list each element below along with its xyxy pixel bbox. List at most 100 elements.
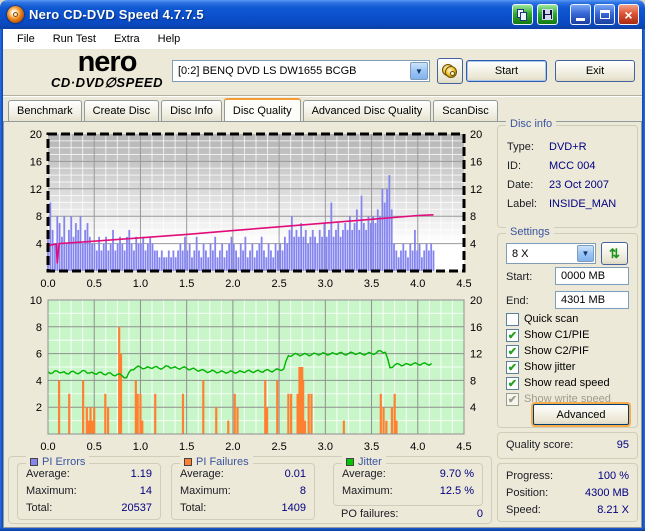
quality-score-panel: Quality score: 95: [497, 432, 638, 459]
progress-panel: Progress: 100 % Position: 4300 MB Speed: 8.…: [497, 463, 638, 522]
speed-value: 8.21 X: [597, 504, 629, 516]
pi-errors-legend-icon: [30, 458, 38, 466]
quality-score-label: Quality score:: [506, 439, 574, 451]
copy-icon: [517, 8, 528, 21]
save-results-button[interactable]: [537, 4, 558, 25]
pif-average: 0.01: [284, 468, 306, 480]
svg-text:2.0: 2.0: [225, 278, 240, 290]
menu-help[interactable]: Help: [149, 29, 190, 49]
checkbox-icon[interactable]: ✔: [506, 360, 519, 374]
checkbox-icon[interactable]: [506, 312, 519, 326]
svg-text:16: 16: [30, 156, 42, 168]
app-icon: [7, 6, 24, 23]
svg-text:12: 12: [30, 184, 42, 196]
quality-score-value: 95: [616, 439, 629, 451]
minimize-button[interactable]: [570, 4, 591, 25]
speed-selector[interactable]: 8 X ▼: [506, 243, 596, 264]
disc-id-label: ID:: [507, 160, 522, 172]
svg-text:0.5: 0.5: [87, 441, 102, 453]
title-bar: Nero CD-DVD Speed 4.7.7.5 ×: [0, 0, 645, 29]
tab-strip: Benchmark Create Disc Disc Info Disc Qua…: [8, 98, 500, 121]
svg-text:4: 4: [36, 375, 42, 387]
svg-text:2.0: 2.0: [225, 441, 240, 453]
menu-file[interactable]: File: [8, 29, 44, 49]
svg-text:0.0: 0.0: [40, 441, 55, 453]
tab-disc-info[interactable]: Disc Info: [161, 100, 222, 121]
pi-errors-group: PI Errors Average: 1.19 Maximum: 14 Total:…: [17, 456, 161, 520]
svg-text:2.5: 2.5: [271, 278, 286, 290]
svg-text:4: 4: [36, 239, 42, 251]
tab-create-disc[interactable]: Create Disc: [83, 100, 160, 121]
jitter-title: Jitter: [358, 456, 382, 468]
start-button[interactable]: Start: [466, 60, 547, 82]
svg-text:16: 16: [470, 156, 482, 168]
checkbox-icon: ✔: [506, 392, 519, 406]
svg-text:10: 10: [30, 295, 42, 307]
pie-average: 1.19: [130, 468, 152, 480]
jitter-group: Jitter Average: 9.70 % Maximum: 12.5 %: [333, 456, 483, 506]
svg-text:2: 2: [36, 402, 42, 414]
tab-benchmark[interactable]: Benchmark: [8, 100, 82, 121]
progress-label: Progress:: [506, 470, 554, 482]
settings-group: Settings 8 X ▼ ⇅ Start: 0000 MB End: 430…: [497, 226, 638, 428]
chevron-down-icon[interactable]: ▼: [577, 245, 594, 262]
menu-extra[interactable]: Extra: [105, 29, 149, 49]
pi-failures-group: PI Failures Average: 0.01 Maximum: 8 Total…: [171, 456, 315, 520]
tab-advanced-disc-quality[interactable]: Advanced Disc Quality: [302, 100, 432, 121]
disc-date-value: 23 Oct 2007: [549, 179, 609, 191]
svg-text:2.5: 2.5: [271, 441, 286, 453]
menu-run-test[interactable]: Run Test: [44, 29, 105, 49]
disc-id-value: MCC 004: [549, 160, 596, 172]
show-c2-pif-checkbox[interactable]: ✔ Show C2/PIF: [506, 344, 589, 358]
svg-text:0.0: 0.0: [40, 278, 55, 290]
svg-text:6: 6: [36, 349, 42, 361]
pif-maximum: 8: [299, 485, 306, 497]
exit-button[interactable]: Exit: [555, 60, 635, 82]
show-c1-pie-checkbox[interactable]: ✔ Show C1/PIE: [506, 328, 589, 342]
refresh-button[interactable]: ⇅: [601, 242, 628, 265]
end-position-field[interactable]: 4301 MB: [555, 291, 629, 309]
svg-text:20: 20: [470, 129, 482, 141]
checkbox-icon[interactable]: ✔: [506, 328, 519, 342]
svg-text:1.0: 1.0: [133, 278, 148, 290]
checkbox-icon[interactable]: ✔: [506, 344, 519, 358]
maximize-button[interactable]: [594, 4, 615, 25]
tab-scandisc[interactable]: ScanDisc: [433, 100, 498, 121]
show-jitter-checkbox[interactable]: ✔ Show jitter: [506, 360, 575, 374]
refresh-icon: ⇅: [609, 245, 620, 261]
svg-text:1.5: 1.5: [179, 278, 194, 290]
discs-icon: [442, 64, 458, 78]
copy-results-button[interactable]: [512, 4, 533, 25]
eject-disc-button[interactable]: [437, 58, 463, 84]
checkbox-icon[interactable]: ✔: [506, 376, 519, 390]
start-position-field[interactable]: 0000 MB: [555, 267, 629, 285]
svg-text:4: 4: [470, 402, 476, 414]
svg-text:1.5: 1.5: [179, 441, 194, 453]
pi-failures-legend-icon: [184, 458, 192, 466]
tab-disc-quality[interactable]: Disc Quality: [223, 98, 301, 121]
show-read-speed-checkbox[interactable]: ✔ Show read speed: [506, 376, 610, 390]
disc-label-value: INSIDE_MAN: [549, 198, 617, 210]
start-position-label: Start:: [506, 271, 533, 283]
svg-text:8: 8: [470, 211, 476, 223]
app-window: Nero CD-DVD Speed 4.7.7.5 × File Run Tes…: [0, 0, 645, 531]
chevron-down-icon[interactable]: ▼: [410, 62, 428, 80]
svg-text:8: 8: [36, 322, 42, 334]
svg-text:4.5: 4.5: [456, 441, 471, 453]
advanced-button[interactable]: Advanced: [533, 404, 629, 425]
svg-text:3.5: 3.5: [364, 441, 379, 453]
disc-date-label: Date:: [507, 179, 534, 191]
svg-text:3.0: 3.0: [318, 441, 333, 453]
svg-text:8: 8: [36, 211, 42, 223]
svg-text:3.0: 3.0: [318, 278, 333, 290]
position-label: Position:: [506, 487, 549, 499]
window-frame-left: [0, 29, 3, 531]
minimize-icon: [576, 17, 585, 21]
settings-title: Settings: [506, 226, 554, 238]
svg-text:20: 20: [30, 129, 42, 141]
po-failures-row: PO failures: 0: [341, 508, 483, 520]
svg-text:4.5: 4.5: [456, 278, 471, 290]
quick-scan-checkbox[interactable]: Quick scan: [506, 312, 578, 326]
drive-selector[interactable]: [0:2] BENQ DVD LS DW1655 BCGB ▼: [172, 60, 430, 82]
close-button[interactable]: ×: [618, 4, 639, 25]
